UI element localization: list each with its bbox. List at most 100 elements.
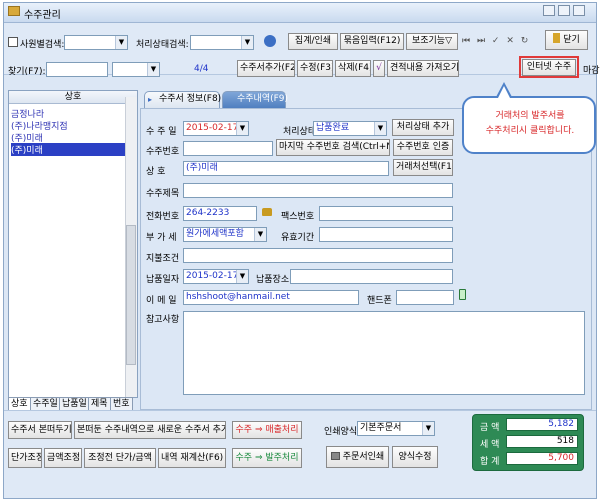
- phone-icon[interactable]: [262, 208, 272, 216]
- print-format-value: 기본주문서: [360, 423, 402, 433]
- staff-search-checkbox[interactable]: [8, 37, 18, 47]
- fax-input[interactable]: [319, 206, 453, 221]
- chevron-down-icon: ▼: [147, 63, 159, 76]
- status-select[interactable]: 납품완료 ▼: [313, 121, 387, 136]
- order-date-field[interactable]: 2015-02-17 ▼: [183, 121, 249, 136]
- mobile-phone-icon[interactable]: [459, 289, 466, 300]
- validity-label: 유효기간: [281, 233, 315, 243]
- callout-tail-inner: [498, 86, 510, 98]
- record-nav-icons[interactable]: ⏮ ⏭ ✓ ✕ ↻: [462, 36, 530, 46]
- payment-input[interactable]: [183, 248, 453, 263]
- memo-textarea[interactable]: [183, 311, 585, 395]
- add-status-button[interactable]: 처리상태 추가: [392, 119, 454, 136]
- print-order-button[interactable]: 주문서인쇄: [326, 446, 389, 468]
- email-label: 이 메 일: [146, 296, 177, 306]
- highlight-box: [519, 56, 579, 78]
- status-search-label: 처리상태검색:: [136, 40, 189, 50]
- payment-label: 지불조건: [146, 254, 180, 264]
- sort-tab-order-date[interactable]: 수주일: [30, 397, 61, 411]
- delivery-place-input[interactable]: [290, 269, 453, 284]
- sort-tab-delivery-date[interactable]: 납품일: [59, 397, 90, 411]
- print-format-select[interactable]: 기본주문서 ▼: [357, 421, 435, 436]
- select-client-button[interactable]: 거래처선택(F11): [393, 159, 453, 176]
- company-label: 상 호: [146, 167, 166, 177]
- company-input[interactable]: (주)미래: [183, 161, 389, 176]
- refresh-icon[interactable]: [264, 35, 276, 47]
- to-purchase-button[interactable]: 수주 ⇒ 발주처리: [232, 448, 302, 468]
- close-window-button[interactable]: [573, 5, 585, 16]
- mobile-label: 핸드폰: [367, 296, 392, 306]
- order-no-input[interactable]: [183, 141, 273, 156]
- printer-icon: [330, 452, 340, 460]
- last-order-no-button[interactable]: 마지막 수주번호 검색(Ctrl+N): [276, 139, 390, 156]
- edit-button[interactable]: 수정(F3): [297, 60, 333, 77]
- status-value: 납품완료: [316, 123, 350, 133]
- tax-value: 518: [506, 435, 578, 448]
- chevron-down-icon: ▼: [241, 36, 253, 49]
- list-header: 상호: [9, 91, 137, 104]
- minimize-button[interactable]: [543, 5, 555, 16]
- company-list[interactable]: 상호 금정나라 (주)나라맹지점 (주)미래 (주)미래: [8, 90, 138, 398]
- tab-order-info[interactable]: 수주서 정보(F8): [144, 91, 221, 108]
- amount-adjust-button[interactable]: 금액조정: [44, 448, 82, 468]
- memo-label: 참고사항: [146, 315, 180, 325]
- phone-input[interactable]: 264-2233: [183, 206, 257, 221]
- chevron-down-icon: ▼: [374, 122, 386, 135]
- add-order-button[interactable]: 수주서추가(F2): [237, 60, 295, 77]
- subject-label: 수주제목: [146, 189, 180, 199]
- bundle-input-button[interactable]: 묶음입력(F12): [340, 33, 404, 50]
- mobile-input[interactable]: [396, 290, 454, 305]
- amount-value: 5,182: [506, 418, 578, 431]
- staff-search-select[interactable]: ▼: [64, 35, 128, 50]
- find-field-select[interactable]: ▼: [112, 62, 160, 77]
- edit-format-button[interactable]: 양식수정: [392, 446, 438, 468]
- order-date-value: 2015-02-17: [186, 123, 239, 133]
- tab-marker-icon: ▸: [148, 95, 153, 104]
- list-item-selected[interactable]: (주)미래: [11, 143, 129, 156]
- subject-input[interactable]: [183, 183, 453, 198]
- order-no-label: 수주번호: [146, 147, 180, 157]
- email-input[interactable]: hshshoot@hanmail.net: [183, 290, 359, 305]
- calculator-icon[interactable]: √: [373, 60, 385, 77]
- callout-line-2: 수주처리시 클릭합니다.: [485, 126, 575, 136]
- aggregate-print-button[interactable]: 집계/인쇄: [288, 33, 338, 50]
- page-counter: 4/4: [194, 64, 209, 74]
- recalculate-button[interactable]: 내역 재계산(F6): [158, 448, 226, 468]
- delivery-place-label: 납품장소: [256, 275, 290, 285]
- status-label: 처리상태: [283, 127, 317, 137]
- to-sales-button[interactable]: 수주 ⇒ 매출처리: [232, 421, 302, 439]
- find-input[interactable]: [46, 62, 108, 77]
- staff-search-label: 사원별검색:: [20, 40, 65, 50]
- copy-order-button[interactable]: 수주서 본떠두기: [8, 421, 72, 439]
- to-purchase-label-a: 수주: [235, 453, 253, 463]
- vat-value: 원가에세액포함: [186, 229, 244, 239]
- aux-function-button[interactable]: 보조기능▽: [406, 33, 458, 50]
- find-label: 찾기(F7):: [8, 67, 46, 77]
- tab-order-detail[interactable]: 수주내역(F9): [222, 91, 288, 108]
- close-button[interactable]: 닫기: [545, 30, 588, 50]
- verify-order-no-button[interactable]: 수주번호 인증: [393, 139, 453, 156]
- status-search-select[interactable]: ▼: [190, 35, 254, 50]
- print-order-label: 주문서인쇄: [342, 452, 385, 462]
- fax-label: 팩스번호: [281, 212, 315, 222]
- maximize-button[interactable]: [558, 5, 570, 16]
- scrollbar-thumb[interactable]: [126, 225, 136, 365]
- vat-select[interactable]: 원가에세액포함 ▼: [183, 227, 267, 242]
- total-label: 합 계: [480, 457, 500, 467]
- close-period-label: 마감: [583, 66, 600, 76]
- new-from-copy-button[interactable]: 본떠둔 수주내역으로 새로운 수주서 추가: [74, 421, 226, 439]
- sort-tab-number[interactable]: 번호: [110, 397, 133, 411]
- delivery-date-field[interactable]: 2015-02-17 ▼: [183, 269, 249, 284]
- unit-adjust-button[interactable]: 단가조정: [8, 448, 42, 468]
- close-button-label: 닫기: [563, 35, 580, 45]
- sort-tab-subject[interactable]: 제목: [88, 397, 111, 411]
- delete-button[interactable]: 삭제(F4): [335, 60, 371, 77]
- arrow-icon: ⇒: [254, 425, 263, 435]
- arrow-icon: ⇒: [254, 453, 263, 463]
- validity-input[interactable]: [319, 227, 453, 242]
- amount-label: 금 액: [480, 423, 500, 433]
- adjusted-price-button[interactable]: 조정전 단가/금액: [84, 448, 156, 468]
- import-quote-button[interactable]: 견적내용 가져오기: [387, 60, 459, 77]
- sort-tab-company[interactable]: 상호: [8, 397, 31, 411]
- chevron-down-icon: ▼: [236, 270, 248, 283]
